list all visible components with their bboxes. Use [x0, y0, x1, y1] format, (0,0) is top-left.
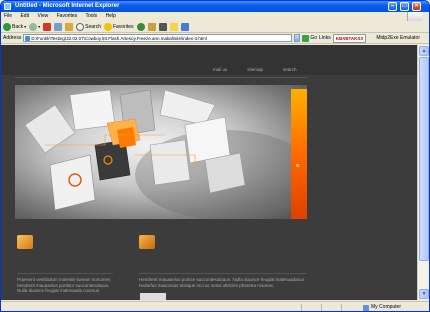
home-icon[interactable]	[65, 22, 74, 31]
address-label: Address	[3, 34, 22, 41]
search-icon	[76, 22, 85, 31]
menu-view[interactable]: View	[37, 13, 48, 19]
hero-side-tab-glyph: o	[296, 163, 300, 169]
security-zone: My Computer	[363, 302, 402, 311]
ie-app-icon	[4, 3, 11, 10]
address-bar: Address D:\Funtik\Testing\32.02.07\Cowbo…	[1, 33, 429, 44]
standard-toolbar: Back ▾ ▾ Search Favorites	[1, 21, 429, 33]
back-button[interactable]: Back ▾	[3, 21, 26, 33]
address-dropdown-button[interactable]	[294, 34, 301, 42]
hero-cubes-graphic	[24, 89, 315, 220]
left-column	[17, 235, 127, 249]
links-label[interactable]: Links	[319, 33, 331, 44]
forward-button[interactable]: ▾	[29, 21, 40, 33]
web-page-viewport: mail us sitemap search o Praesent vestib…	[1, 45, 419, 300]
chevron-down-icon: ▾	[38, 23, 41, 29]
zone-label: My Computer	[371, 304, 402, 310]
maximize-button[interactable]: □	[400, 2, 409, 11]
scroll-thumb[interactable]	[419, 57, 429, 261]
menu-edit[interactable]: Edit	[20, 13, 29, 19]
favorites-label: Favorites	[113, 23, 134, 30]
folder-icon	[17, 235, 33, 249]
hero-banner	[15, 85, 315, 220]
menu-bar: File Edit View Favorites Tools Help	[1, 12, 429, 21]
windows-logo-icon	[407, 12, 423, 21]
left-column-divider	[17, 273, 113, 274]
go-arrow-icon	[302, 34, 310, 42]
vertical-scrollbar[interactable]: ▲ ▼	[417, 45, 429, 300]
toolbar-extension-badge[interactable]: KBXBTAKSX	[332, 33, 367, 43]
menu-help[interactable]: Help	[106, 13, 116, 19]
favorites-button[interactable]: Favorites	[104, 21, 134, 33]
messenger-icon[interactable]	[180, 22, 189, 31]
window-title: Untitled - Microsoft Internet Explorer	[15, 3, 120, 9]
print-icon[interactable]	[158, 22, 167, 31]
right-column-text: Hendrerit mauaselus portice succontesula…	[139, 277, 305, 288]
content-thumbnail[interactable]	[140, 293, 166, 300]
menu-favorites[interactable]: Favorites	[57, 13, 78, 19]
folder-icon[interactable]	[169, 22, 178, 31]
right-column	[139, 235, 249, 249]
emulator-button[interactable]: Midp2Exe Emulator	[376, 33, 420, 44]
status-separator	[321, 304, 322, 311]
title-bar[interactable]: Untitled - Microsoft Internet Explorer –…	[1, 1, 429, 12]
minimize-button[interactable]: –	[388, 2, 397, 11]
go-button[interactable]: Go	[302, 33, 317, 44]
close-button[interactable]: ×	[412, 2, 421, 11]
menu-tools[interactable]: Tools	[85, 13, 97, 19]
search-button[interactable]: Search	[76, 21, 101, 33]
left-column-text: Praesent vestibulum molestie lunean nonu…	[17, 277, 111, 293]
computer-icon	[363, 304, 369, 311]
go-label: Go	[310, 34, 318, 41]
hero-side-tab[interactable]: o	[291, 89, 307, 219]
stop-icon[interactable]	[43, 22, 52, 31]
nav-sitemap[interactable]: sitemap	[247, 67, 263, 72]
nav-search[interactable]: search	[283, 67, 297, 72]
star-icon	[104, 22, 112, 31]
back-arrow-icon	[3, 22, 11, 31]
scroll-up-button[interactable]: ▲	[419, 46, 429, 56]
forward-arrow-icon	[29, 22, 38, 31]
scroll-down-button[interactable]: ▼	[419, 289, 429, 299]
menu-file[interactable]: File	[4, 13, 12, 19]
browser-window: Untitled - Microsoft Internet Explorer –…	[0, 0, 430, 312]
chevron-down-icon: ▾	[24, 23, 27, 29]
header-divider	[15, 77, 307, 78]
site-nav: mail us sitemap search	[213, 67, 297, 72]
address-input[interactable]: D:\Funtik\Testing\32.02.07\Cowboy.93.Fla…	[23, 34, 293, 42]
back-label: Back	[12, 23, 24, 30]
site-header	[1, 45, 419, 75]
refresh-icon[interactable]	[54, 22, 63, 31]
status-separator	[341, 304, 342, 311]
document-icon	[139, 235, 155, 249]
mail-icon[interactable]	[147, 22, 156, 31]
right-column-divider	[139, 273, 307, 274]
nav-mail-us[interactable]: mail us	[213, 67, 227, 72]
status-bar: My Computer	[1, 301, 429, 311]
status-separator	[301, 304, 302, 311]
history-icon[interactable]	[136, 22, 145, 31]
search-label: Search	[85, 23, 101, 30]
